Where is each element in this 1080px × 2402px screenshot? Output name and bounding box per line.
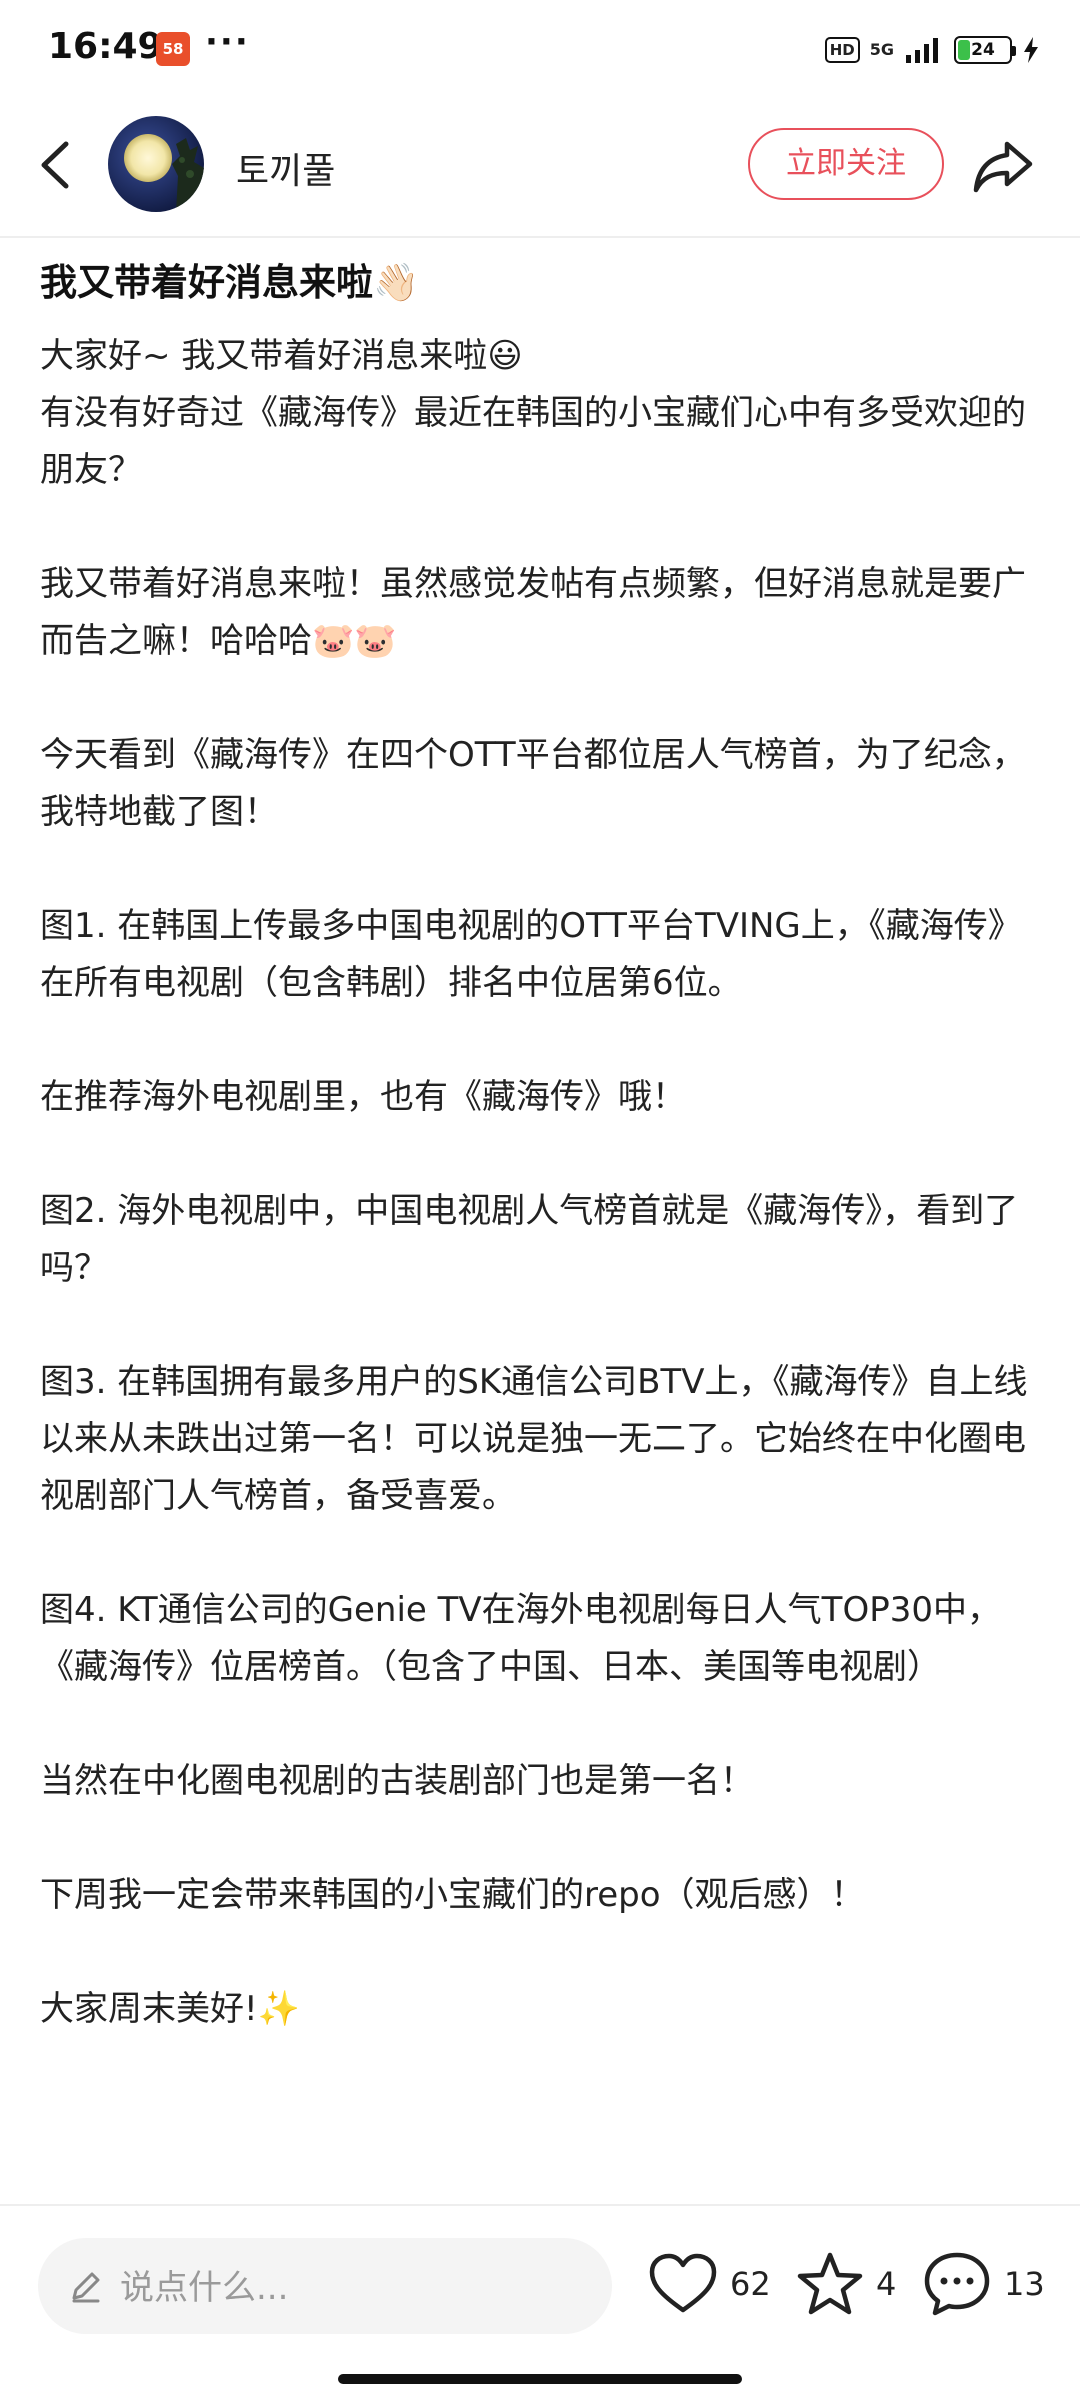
author-name[interactable]: 토끼풀 [236,142,335,194]
pencil-icon [72,2272,100,2303]
status-bar: 16:49 58 ··· HD 5G 24 [0,0,1080,100]
like-button[interactable]: 62 [648,2248,771,2320]
battery-icon: 24 [954,36,1016,64]
signal-icon [906,38,938,63]
comment-bubble-icon [924,2252,990,2316]
post-paragraph: 图4. KT通信公司的Genie TV在海外电视剧每日人气TOP30中，《藏海传… [40,1590,1001,1687]
heart-icon [649,2253,717,2313]
status-time: 16:49 [48,26,163,67]
charging-icon [1024,37,1038,63]
comment-input[interactable]: 说点什么... [38,2238,612,2334]
star-icon [797,2252,863,2315]
post-header: 토끼풀 立即关注 [0,100,1080,238]
moon-night-avatar-image [108,116,204,212]
more-notifications-icon: ··· [205,22,250,62]
home-indicator[interactable] [338,2374,742,2384]
favorite-button[interactable]: 4 [796,2248,896,2320]
comment-placeholder: 说点什么... [120,2268,289,2308]
post-title: 我又带着好消息来啦👋🏻 [40,261,420,304]
post-paragraph: 图2. 海外电视剧中，中国电视剧人气榜首就是《藏海传》，看到了吗？ [40,1191,1019,1288]
hd-icon: HD [824,37,860,63]
comment-count: 13 [1004,2265,1045,2303]
status-indicators: HD 5G 24 [824,30,1040,70]
post-paragraph: 当然在中化圈电视剧的古装剧部门也是第一名！ [40,1761,754,1801]
author-avatar[interactable] [108,116,204,212]
like-count: 62 [730,2265,771,2303]
comment-button[interactable]: 13 [922,2248,1045,2320]
app-notification-badge: 58 [156,32,190,66]
battery-level-text: 24 [971,40,995,60]
post-paragraph: 大家周末美好!✨ [40,1989,300,2029]
chevron-left-icon [41,141,69,189]
post-paragraph: 在推荐海外电视剧里，也有《藏海传》哦！ [40,1077,686,1117]
post-paragraph: 大家好~ 我又带着好消息来啦😃 有没有好奇过《藏海传》最近在韩国的小宝藏们心中有… [40,336,1026,490]
post-paragraph: 下周我一定会带来韩国的小宝藏们的repo（观后感）！ [40,1875,865,1915]
post-paragraph: 我又带着好消息来啦！虽然感觉发帖有点频繁，但好消息就是要广而告之嘛！哈哈哈🐷🐷 [40,564,1026,661]
post-paragraph: 图1. 在韩国上传最多中国电视剧的OTT平台TVING上，《藏海传》在所有电视剧… [40,906,1022,1003]
post-paragraph: 图3. 在韩国拥有最多用户的SK通信公司BTV上，《藏海传》自上线以来从未跌出过… [40,1362,1028,1516]
share-icon [973,141,1033,193]
share-button[interactable] [970,134,1036,200]
back-button[interactable] [30,130,80,200]
favorite-count: 4 [876,2265,897,2303]
bottom-action-bar: 说点什么... 62 4 13 [0,2204,1080,2402]
network-type-label: 5G [869,40,894,59]
post-content: 我又带着好消息来啦👋🏻 大家好~ 我又带着好消息来啦😃 有没有好奇过《藏海传》最… [40,252,1040,2038]
follow-button[interactable]: 立即关注 [748,128,944,200]
post-paragraph: 今天看到《藏海传》在四个OTT平台都位居人气榜首，为了纪念，我特地截了图！ [40,735,1026,832]
